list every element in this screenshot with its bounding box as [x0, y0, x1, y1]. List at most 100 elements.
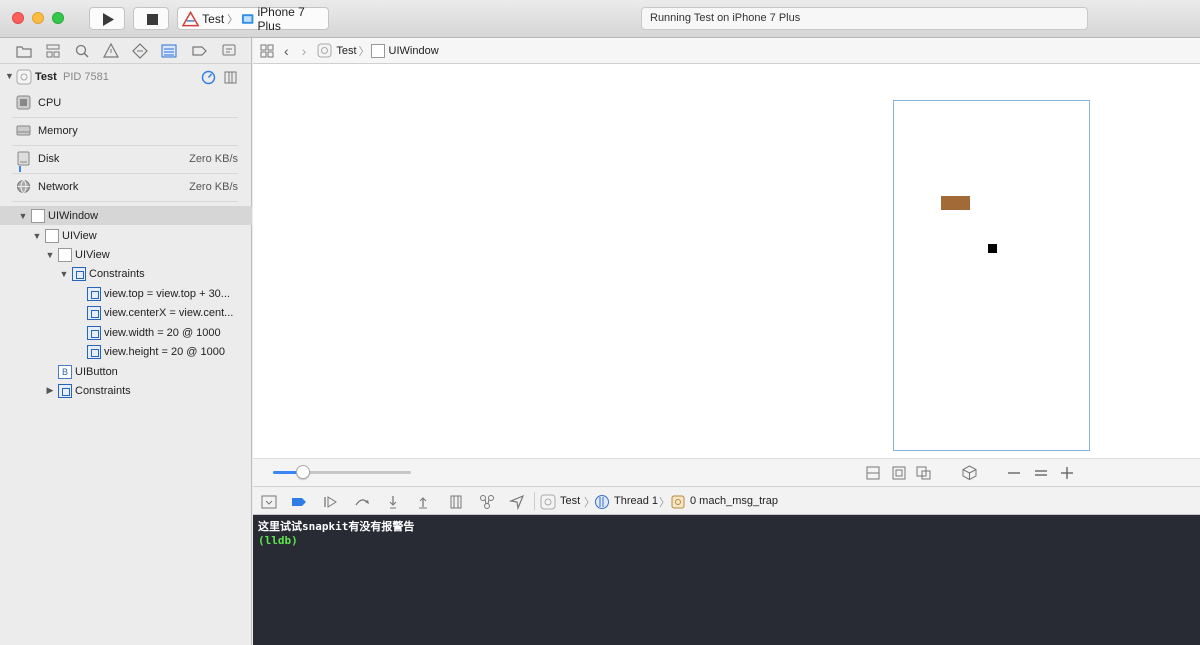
gauge-memory[interactable]: Memory — [12, 118, 238, 146]
chevron-right-icon: 〉 — [659, 497, 670, 509]
subview-brown[interactable] — [941, 196, 970, 210]
gauge-label: Network — [38, 181, 79, 193]
canvas-control-bar — [253, 458, 1200, 486]
view-icon — [58, 247, 72, 262]
tree-item-constraints[interactable]: ▼ Constraints — [0, 264, 252, 283]
show-constraints-icon[interactable] — [891, 465, 907, 481]
constraint-icon — [87, 286, 101, 301]
zoom-window-button[interactable] — [52, 12, 64, 24]
run-button[interactable] — [89, 7, 125, 30]
constraint-icon — [87, 305, 101, 320]
hierarchy-icon[interactable] — [44, 42, 62, 60]
debugbar-thread[interactable]: Thread 1 — [614, 495, 658, 507]
gauge-disk[interactable]: Disk Zero KB/s — [12, 146, 238, 174]
lldb-prompt[interactable]: (lldb) — [258, 534, 1195, 548]
slider-knob[interactable] — [296, 465, 311, 479]
tree-item-label: view.centerX = view.cent... — [104, 306, 234, 319]
scheme-selector[interactable]: Test 〉 iPhone 7 Plus — [177, 4, 329, 33]
constraints-icon — [58, 383, 72, 398]
process-row[interactable]: ▼ Test PID 7581 — [0, 68, 252, 88]
gauge-value: Zero KB/s — [189, 153, 238, 165]
zoom-out-icon[interactable] — [1006, 466, 1022, 480]
hide-debug-area-icon[interactable] — [261, 494, 277, 510]
view-icon — [370, 43, 385, 58]
tree-item-constraint[interactable]: view.height = 20 @ 1000 — [0, 342, 252, 361]
disk-activity-indicator — [19, 166, 21, 172]
disclosure-triangle-icon[interactable]: ▶ — [45, 385, 55, 396]
test-diamond-icon[interactable] — [131, 42, 149, 60]
gauge-mode-icon[interactable] — [201, 70, 216, 85]
wireframe-icon[interactable] — [915, 465, 932, 481]
tree-item-constraints[interactable]: ▶ Constraints — [0, 381, 252, 400]
gauge-cpu[interactable]: CPU — [12, 90, 238, 118]
disk-icon — [17, 151, 30, 166]
step-into-icon[interactable] — [385, 494, 401, 510]
disclosure-triangle-icon[interactable]: ▼ — [32, 231, 42, 241]
play-icon — [103, 13, 114, 26]
tree-item-constraint[interactable]: view.top = view.top + 30... — [0, 284, 252, 303]
tree-item-uiview[interactable]: ▼ UIView — [0, 226, 252, 245]
zoom-actual-icon[interactable] — [1033, 466, 1049, 480]
continue-icon[interactable] — [322, 494, 338, 510]
constraints-icon — [72, 266, 86, 281]
tree-item-label: Constraints — [89, 267, 145, 280]
view-canvas[interactable] — [253, 65, 1200, 458]
debugbar-frame[interactable]: 0 mach_msg_trap — [690, 495, 778, 507]
minimize-window-button[interactable] — [32, 12, 44, 24]
view-icon — [31, 208, 45, 223]
simulate-location-icon[interactable] — [509, 494, 525, 510]
scheme-device-label: iPhone 7 Plus — [257, 4, 305, 33]
gauge-label: Memory — [38, 125, 78, 137]
spacing-slider[interactable] — [273, 471, 411, 474]
debugbar-app[interactable]: Test — [560, 495, 580, 507]
stop-button[interactable] — [133, 7, 169, 30]
separator — [534, 492, 535, 510]
step-out-icon[interactable] — [415, 494, 431, 510]
report-icon[interactable] — [220, 42, 238, 60]
back-arrow-icon[interactable]: ‹ — [284, 43, 289, 59]
gauge-network[interactable]: Network Zero KB/s — [12, 174, 238, 202]
tree-item-constraint[interactable]: view.width = 20 @ 1000 — [0, 323, 252, 342]
tree-item-constraint[interactable]: view.centerX = view.cent... — [0, 303, 252, 322]
disclosure-triangle-icon[interactable]: ▼ — [5, 71, 14, 81]
zoom-in-icon[interactable] — [1059, 465, 1075, 481]
disclosure-triangle-icon[interactable]: ▼ — [45, 250, 55, 260]
step-over-icon[interactable] — [354, 494, 370, 510]
constraint-icon — [87, 344, 101, 359]
breakpoint-icon[interactable] — [190, 42, 208, 60]
tree-item-label: view.top = view.top + 30... — [104, 287, 230, 300]
close-window-button[interactable] — [12, 12, 24, 24]
tree-item-uiwindow[interactable]: ▼ UIWindow — [0, 206, 252, 225]
memory-icon — [16, 125, 31, 136]
folder-icon[interactable] — [15, 42, 33, 60]
forward-arrow-icon[interactable]: › — [302, 43, 307, 59]
disclosure-triangle-icon[interactable]: ▼ — [18, 211, 28, 221]
debug-console[interactable]: 这里试试snapkit有没有报警告 (lldb) — [253, 515, 1200, 645]
debug-view-hierarchy-icon[interactable] — [448, 494, 464, 510]
tree-item-label: UIWindow — [48, 209, 99, 222]
activity-viewer: Running Test on iPhone 7 Plus — [641, 7, 1088, 30]
subview-black[interactable] — [988, 244, 997, 253]
tree-item-label: UIView — [62, 229, 97, 242]
tree-item-uiview[interactable]: ▼ UIView — [0, 245, 252, 264]
clipped-content-icon[interactable] — [865, 465, 881, 481]
debug-list-icon[interactable] — [160, 42, 178, 60]
3d-cube-icon[interactable] — [961, 464, 978, 481]
disclosure-triangle-icon[interactable]: ▼ — [59, 269, 69, 279]
thread-icon — [595, 495, 609, 509]
search-icon[interactable] — [73, 42, 91, 60]
jumpbar-app[interactable]: Test — [336, 45, 356, 57]
related-items-grid-icon[interactable] — [260, 44, 274, 58]
view-hierarchy-icon[interactable] — [223, 70, 238, 85]
tree-item-uibutton[interactable]: B UIButton — [0, 362, 252, 381]
breakpoints-toggle-icon[interactable] — [291, 494, 307, 510]
network-globe-icon — [17, 180, 30, 193]
warning-icon[interactable] — [102, 42, 120, 60]
constraint-icon — [87, 325, 101, 340]
app-process-icon — [16, 69, 32, 85]
jumpbar-object[interactable]: UIWindow — [389, 45, 439, 57]
uiwindow-frame[interactable] — [893, 100, 1090, 451]
memory-graph-icon[interactable] — [479, 494, 495, 510]
tree-item-label: UIButton — [75, 365, 118, 378]
cpu-icon — [16, 95, 31, 110]
